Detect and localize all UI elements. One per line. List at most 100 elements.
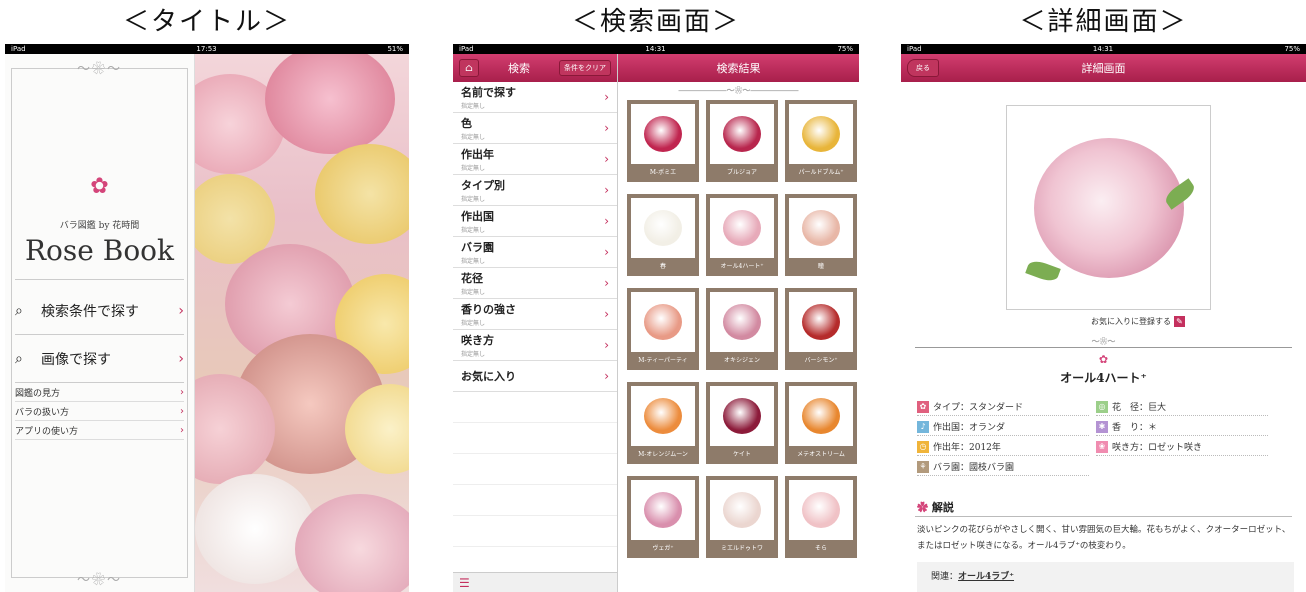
criteria-row[interactable]: タイプ別 指定無し › xyxy=(453,175,617,206)
rose-result-card[interactable]: ミエルドゥトワ xyxy=(706,476,778,558)
criteria-text: 作出国 指定無し xyxy=(461,208,604,234)
heading-text: 解説 xyxy=(931,501,954,514)
criteria-row[interactable]: 香りの強さ 指定無し › xyxy=(453,299,617,330)
section-title-detail-screen: ＜詳細画面＞ xyxy=(1019,7,1188,37)
rose-thumbnail xyxy=(631,386,695,446)
back-button[interactable]: 戻る xyxy=(907,59,939,77)
rose-bloom xyxy=(644,116,682,152)
rose-bloom xyxy=(723,492,761,528)
rose-result-card[interactable]: バーシモン⁺ xyxy=(785,288,857,370)
rose-result-card[interactable]: オール4ハート⁺ xyxy=(706,194,778,276)
status-bar: iPad 14:31 75% xyxy=(901,44,1306,54)
rose-bloom xyxy=(644,210,682,246)
criteria-row[interactable]: 作出国 指定無し › xyxy=(453,206,617,237)
criteria-row[interactable]: バラ園 指定無し › xyxy=(453,237,617,268)
rose-care-link[interactable]: バラの扱い方 › xyxy=(15,403,184,421)
rose-small-icon: ✿ xyxy=(1098,353,1109,366)
results-header: 検索結果 xyxy=(618,54,859,82)
empty-row xyxy=(453,454,617,485)
empty-row xyxy=(453,392,617,423)
rose-result-card[interactable]: M-オレンジムーン xyxy=(627,382,699,464)
rose-bloom xyxy=(644,398,682,434)
rose-thumbnail xyxy=(789,198,853,258)
attribute-icon: ◎ xyxy=(1096,400,1108,413)
criteria-label: 名前で探す xyxy=(461,86,516,99)
list-view-button[interactable]: ☰ xyxy=(453,572,617,592)
divider xyxy=(15,279,184,280)
search-header: ⌂ 検索 条件をクリア xyxy=(453,54,617,82)
criteria-label: バラ園 xyxy=(461,241,494,254)
criteria-text: タイプ別 指定無し xyxy=(461,177,604,203)
attribute-text: 香 り：＊ xyxy=(1112,423,1158,433)
chevron-right-icon: › xyxy=(604,276,609,290)
rose-thumbnail xyxy=(710,292,774,352)
chevron-right-icon: › xyxy=(604,183,609,197)
criteria-text: 花径 指定無し xyxy=(461,270,604,296)
detail-title: 詳細画面 xyxy=(1081,62,1126,75)
criteria-value: 指定無し xyxy=(461,134,486,141)
favorite-label: お気に入りに登録する xyxy=(1091,317,1171,326)
attribute-text: 咲き方：ロゼット咲き xyxy=(1112,443,1203,453)
rose-result-card[interactable]: パールドブルム⁺ xyxy=(785,100,857,182)
status-time: 17:53 xyxy=(196,45,217,53)
leaf xyxy=(1025,258,1061,284)
detail-body: 戻る 詳細画面 お気に入りに登録する ✎ ～❀～ ✿ オール4ハート⁺ ✿ タイプ… xyxy=(901,54,1306,592)
description-text: 淡いピンクの花びらがやさしく開く、甘い雰囲気の巨大輪。花もちがよく、クオーターロ… xyxy=(917,525,1291,551)
section-title-search-screen: ＜検索画面＞ xyxy=(571,7,740,37)
empty-row xyxy=(453,516,617,547)
empty-row xyxy=(453,423,617,454)
criteria-row[interactable]: 名前で探す 指定無し › xyxy=(453,82,617,113)
search-title: 検索 xyxy=(508,62,530,75)
rose-result-card[interactable]: メテオストリーム xyxy=(785,382,857,464)
rose-result-name: 春 xyxy=(659,263,666,270)
home-button[interactable]: ⌂ xyxy=(459,59,479,77)
criteria-row[interactable]: 作出年 指定無し › xyxy=(453,144,617,175)
rose-result-name: M-ティーパーティ xyxy=(638,357,688,364)
criteria-row[interactable]: 花径 指定無し › xyxy=(453,268,617,299)
rose-result-card[interactable]: M-ティーパーティ xyxy=(627,288,699,370)
empty-row xyxy=(453,485,617,516)
clear-conditions-button[interactable]: 条件をクリア xyxy=(559,60,611,76)
rose-thumbnail xyxy=(789,480,853,540)
rose-result-card[interactable]: そら xyxy=(785,476,857,558)
rose-result-card[interactable]: 瞳 xyxy=(785,194,857,276)
rose-result-card[interactable]: ケイト xyxy=(706,382,778,464)
criteria-label: お気に入り xyxy=(461,369,516,383)
rose-thumbnail xyxy=(631,198,695,258)
rose-result-card[interactable]: ヴェガ⁺ xyxy=(627,476,699,558)
chevron-right-icon: › xyxy=(604,338,609,352)
criteria-text: 色指定無し xyxy=(461,115,604,141)
criteria-row[interactable]: 色指定無し › xyxy=(453,113,617,144)
app-usage-link[interactable]: アプリの使い方 › xyxy=(15,422,184,440)
rose-attribute: ◷ 作出年：2012年 xyxy=(917,438,1089,456)
rose-result-card[interactable]: 春 xyxy=(627,194,699,276)
status-bar: iPad 17:53 51% xyxy=(5,44,409,54)
attribute-text: バラ園：國枝バラ園 xyxy=(933,463,1015,473)
related-link[interactable]: オール4ラブ⁺ xyxy=(958,572,1014,582)
rose-result-name: M-ボミエ xyxy=(649,169,677,176)
search-by-criteria-button[interactable]: ⌕ 検索条件で探す › xyxy=(15,292,184,330)
search-by-image-button[interactable]: ⌕ 画像で探す › xyxy=(15,340,184,378)
results-title: 検索結果 xyxy=(716,62,761,75)
rose-result-card[interactable]: M-ボミエ xyxy=(627,100,699,182)
home-icon: ⌂ xyxy=(465,62,473,74)
search-icon: ⌕ xyxy=(15,303,23,319)
chevron-right-icon: › xyxy=(180,387,184,398)
add-favorite-button[interactable]: お気に入りに登録する ✎ xyxy=(1091,316,1185,327)
rose-result-card[interactable]: ブルジョア xyxy=(706,100,778,182)
rose-attribute: ✿ タイプ：スタンダード xyxy=(917,398,1089,416)
rose-bloom xyxy=(802,492,840,528)
guide-link[interactable]: 図鑑の見方 › xyxy=(15,384,184,402)
rose-detail-photo xyxy=(1006,105,1211,310)
rose-result-name: ヴェガ⁺ xyxy=(652,545,674,552)
rose-result-name: ブルジョア xyxy=(726,169,757,176)
rose-attribute: ⚘ バラ園：國枝バラ園 xyxy=(917,458,1089,476)
app-title: Rose Book xyxy=(24,234,175,267)
status-device: iPad xyxy=(459,45,474,53)
chevron-right-icon: › xyxy=(604,307,609,321)
rose-result-name: 瞳 xyxy=(817,263,824,270)
criteria-row[interactable]: お気に入り › xyxy=(453,361,617,392)
rose-attribute: ◎ 花 径：巨大 xyxy=(1096,398,1268,416)
rose-result-card[interactable]: オキシジェン xyxy=(706,288,778,370)
criteria-row[interactable]: 咲き方 指定無し › xyxy=(453,330,617,361)
